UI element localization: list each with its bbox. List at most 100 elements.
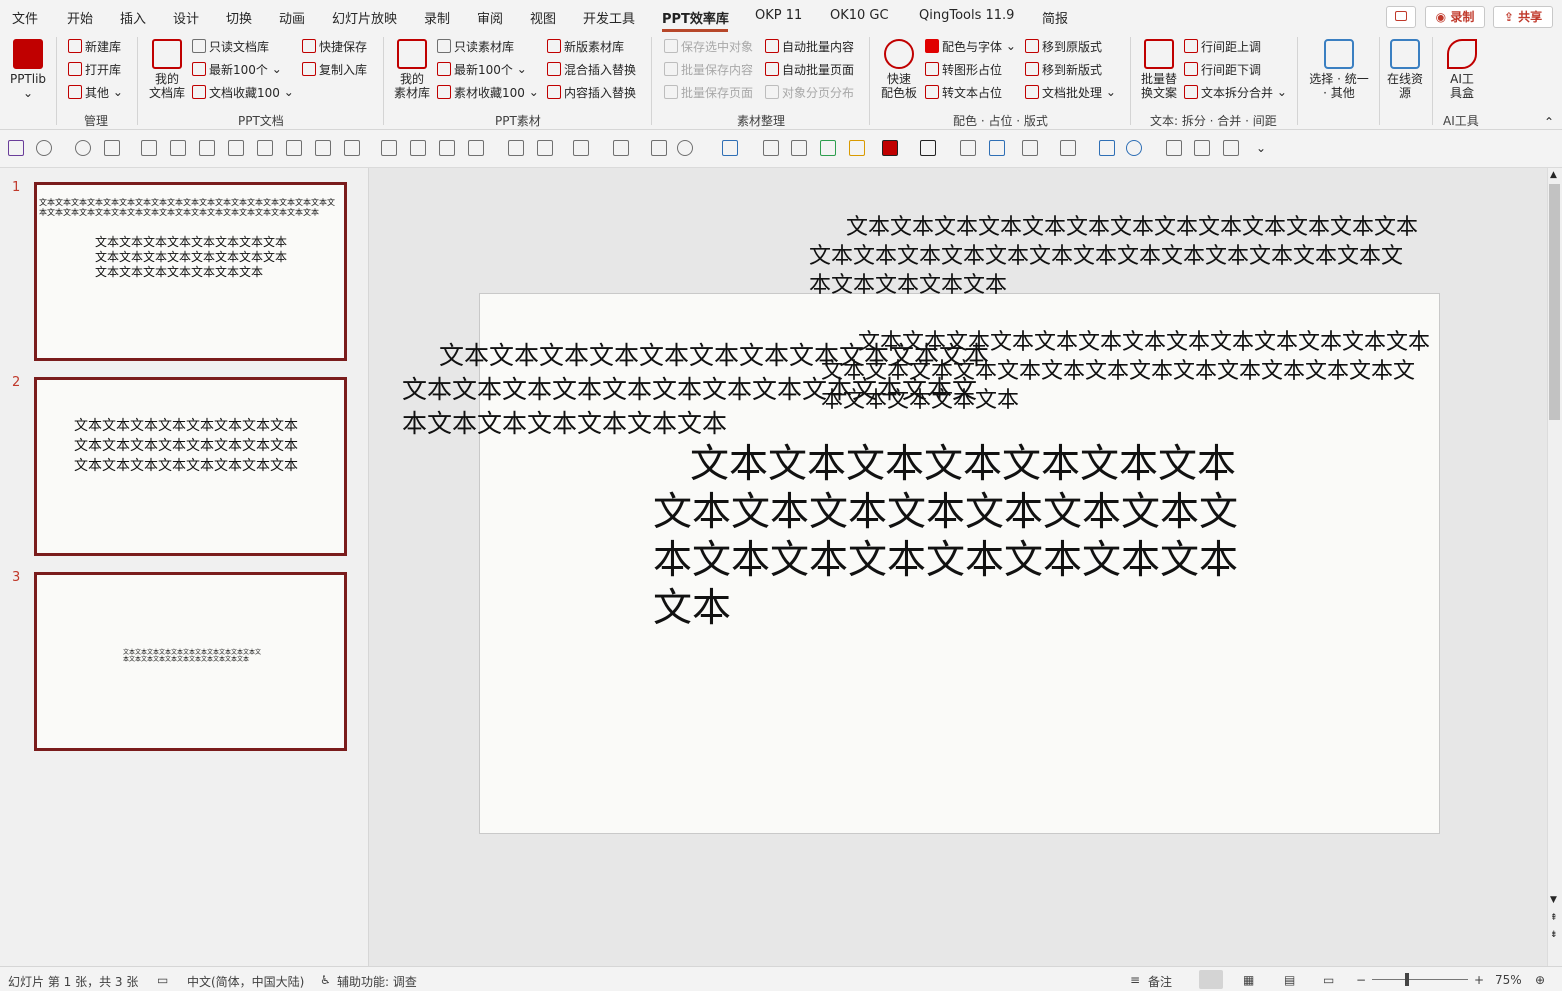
text-frame-icon[interactable] [1099, 140, 1115, 156]
readonly-material-button[interactable]: 只读素材库 [437, 37, 514, 55]
slideshow-icon[interactable]: ▭ [1323, 973, 1334, 987]
spellcheck-icon[interactable]: ▭ [157, 973, 168, 987]
distribute-h-icon[interactable] [315, 140, 331, 156]
merge-shapes-icon[interactable] [677, 140, 693, 156]
fit-to-window-icon[interactable]: ⊕ [1535, 973, 1545, 987]
recent-material-button[interactable]: 最新100个 ⌄ [437, 60, 527, 78]
normal-view-icon[interactable] [1199, 970, 1223, 989]
tab-ok10gc[interactable]: OK10 GC [830, 8, 889, 23]
text-align-center-icon[interactable] [410, 140, 426, 156]
align-center-icon[interactable] [170, 140, 186, 156]
text-box[interactable]: 文本文本文本文本文本文本文本文本文本文本文本文本文本文本文本文本文本文本文本文本… [402, 339, 1000, 441]
batch-save-content-button[interactable]: 批量保存内容 [664, 60, 753, 78]
align-bottom-icon[interactable] [286, 140, 302, 156]
slide-thumbnail-1[interactable]: 文本文本文本文本文本文本文本文本文本文本文本文本文本文本文本文本文本文本文本文本… [34, 182, 347, 361]
auto-batch-content-button[interactable]: 自动批量内容 [765, 37, 854, 55]
outline-color-icon[interactable] [573, 140, 589, 156]
record-button[interactable]: ◉ 录制 [1425, 6, 1485, 28]
crop-icon[interactable] [849, 140, 865, 156]
zoom-in-icon[interactable]: + [1474, 973, 1484, 987]
mix-insert-button[interactable]: 混合插入替换 [547, 60, 636, 78]
text-box[interactable]: 文本文本文本文本文本文本文本文本文本文本文本文本文本文本文本文本文本文本文本文本… [653, 441, 1259, 633]
accessibility-icon[interactable]: ♿ [320, 973, 331, 987]
palette-button[interactable]: 快速 配色板 [877, 39, 921, 100]
window-icon[interactable] [989, 140, 1005, 156]
new-lib-button[interactable]: 新建库 [68, 37, 121, 55]
superscript-icon[interactable] [1194, 140, 1210, 156]
slide-sorter-icon[interactable]: ▦ [1243, 973, 1254, 987]
split-page-button[interactable]: 对象分页分布 [765, 83, 854, 101]
star-icon[interactable] [791, 140, 807, 156]
tab-review[interactable]: 审阅 [477, 8, 503, 27]
save-selection-button[interactable]: 保存选中对象 [664, 37, 753, 55]
redo-icon[interactable] [75, 140, 91, 156]
shape-icon[interactable] [1126, 140, 1142, 156]
zoom-out-icon[interactable]: − [1356, 973, 1366, 987]
move-new-layout-button[interactable]: 移到新版式 [1025, 60, 1102, 78]
recent-doc-button[interactable]: 最新100个 ⌄ [192, 60, 282, 78]
highlight-icon[interactable] [820, 140, 836, 156]
pptlib-button[interactable]: PPTlib ⌄ [6, 39, 50, 100]
clear-icon[interactable] [1166, 140, 1182, 156]
move-orig-layout-button[interactable]: 移到原版式 [1025, 37, 1102, 55]
tab-insert[interactable]: 插入 [120, 8, 146, 27]
batch-doc-button[interactable]: 文档批处理 ⌄ [1025, 83, 1116, 101]
brush-icon[interactable] [763, 140, 779, 156]
prev-slide-icon[interactable]: ⇞ [1550, 913, 1558, 923]
batch-save-page-button[interactable]: 批量保存页面 [664, 83, 753, 101]
scroll-up-icon[interactable]: ▲ [1550, 170, 1557, 180]
fav-doc-button[interactable]: 文档收藏100 ⌄ [192, 83, 294, 101]
color-swatch-icon[interactable] [882, 140, 898, 156]
open-lib-button[interactable]: 打开库 [68, 60, 121, 78]
collapse-ribbon-icon[interactable]: ⌃ [1544, 115, 1554, 129]
align-right-icon[interactable] [199, 140, 215, 156]
select-unify-button[interactable]: 选择 · 统一 · 其他 [1305, 39, 1373, 100]
tab-briefing[interactable]: 简报 [1042, 8, 1068, 27]
group-icon[interactable] [1060, 140, 1076, 156]
eyedropper-icon[interactable] [651, 140, 667, 156]
arrange-icon[interactable] [722, 140, 738, 156]
scrollbar-thumb[interactable] [1549, 184, 1560, 420]
ai-toolbox-button[interactable]: AI工 具盒 [1440, 39, 1484, 100]
my-doc-lib-button[interactable]: 我的 文档库 [146, 39, 188, 100]
copy-in-button[interactable]: 复制入库 [302, 60, 367, 78]
font-decrease-icon[interactable] [537, 140, 553, 156]
tab-design[interactable]: 设计 [173, 8, 199, 27]
line-spacing-icon[interactable] [1022, 140, 1038, 156]
to-text-button[interactable]: 转文本占位 [925, 83, 1002, 101]
tab-transitions[interactable]: 切换 [226, 8, 252, 27]
auto-batch-page-button[interactable]: 自动批量页面 [765, 60, 854, 78]
customize-toolbar-icon[interactable]: ⌄ [1256, 141, 1266, 155]
tab-qingtools[interactable]: QingTools 11.9 [919, 8, 1014, 23]
text-box[interactable]: 文本文本文本文本文本文本文本文本文本文本文本文本文本文本文本文本文本文本文本文本… [809, 213, 1421, 300]
color-font-button[interactable]: 配色与字体 ⌄ [925, 37, 1016, 55]
undo-icon[interactable] [36, 140, 52, 156]
quick-save-button[interactable]: 快捷保存 [302, 37, 367, 55]
notes-icon[interactable]: ≡ [1130, 973, 1140, 987]
share-button[interactable]: ⇪ 共享 [1493, 6, 1553, 28]
tab-home[interactable]: 开始 [67, 8, 93, 27]
slide-editing-canvas[interactable]: 文本文本文本文本文本文本文本文本文本文本文本文本文本文本文本文本文本文本文本文本… [369, 168, 1547, 966]
readonly-doc-lib-button[interactable]: 只读文档库 [192, 37, 269, 55]
split-merge-button[interactable]: 文本拆分合并 ⌄ [1184, 83, 1287, 101]
reading-view-icon[interactable]: ▤ [1284, 973, 1295, 987]
fill-color-icon[interactable] [613, 140, 629, 156]
tab-record[interactable]: 录制 [424, 8, 450, 27]
text-align-left-icon[interactable] [381, 140, 397, 156]
scroll-down-icon[interactable]: ▼ [1550, 895, 1557, 905]
my-material-lib-button[interactable]: 我的 素材库 [391, 39, 433, 100]
text-effect-icon[interactable] [960, 140, 976, 156]
tab-view[interactable]: 视图 [530, 8, 556, 27]
tab-slideshow[interactable]: 幻灯片放映 [332, 8, 397, 27]
text-box-icon[interactable] [920, 140, 936, 156]
zoom-level[interactable]: 75% [1495, 973, 1522, 987]
align-left-icon[interactable] [141, 140, 157, 156]
slide-thumbnail-2[interactable]: 文本文本文本文本文本文本文本文本文本文本文本文本文本文本文本文本文本文本文本文本… [34, 377, 347, 556]
online-resource-button[interactable]: 在线资 源 [1384, 39, 1426, 100]
line-spacing-down-button[interactable]: 行间距下调 [1184, 60, 1261, 78]
tab-file[interactable]: 文件 [12, 8, 38, 27]
save-icon[interactable] [8, 140, 24, 156]
fav-material-button[interactable]: 素材收藏100 ⌄ [437, 83, 539, 101]
new-material-lib-button[interactable]: 新版素材库 [547, 37, 624, 55]
align-top-icon[interactable] [228, 140, 244, 156]
